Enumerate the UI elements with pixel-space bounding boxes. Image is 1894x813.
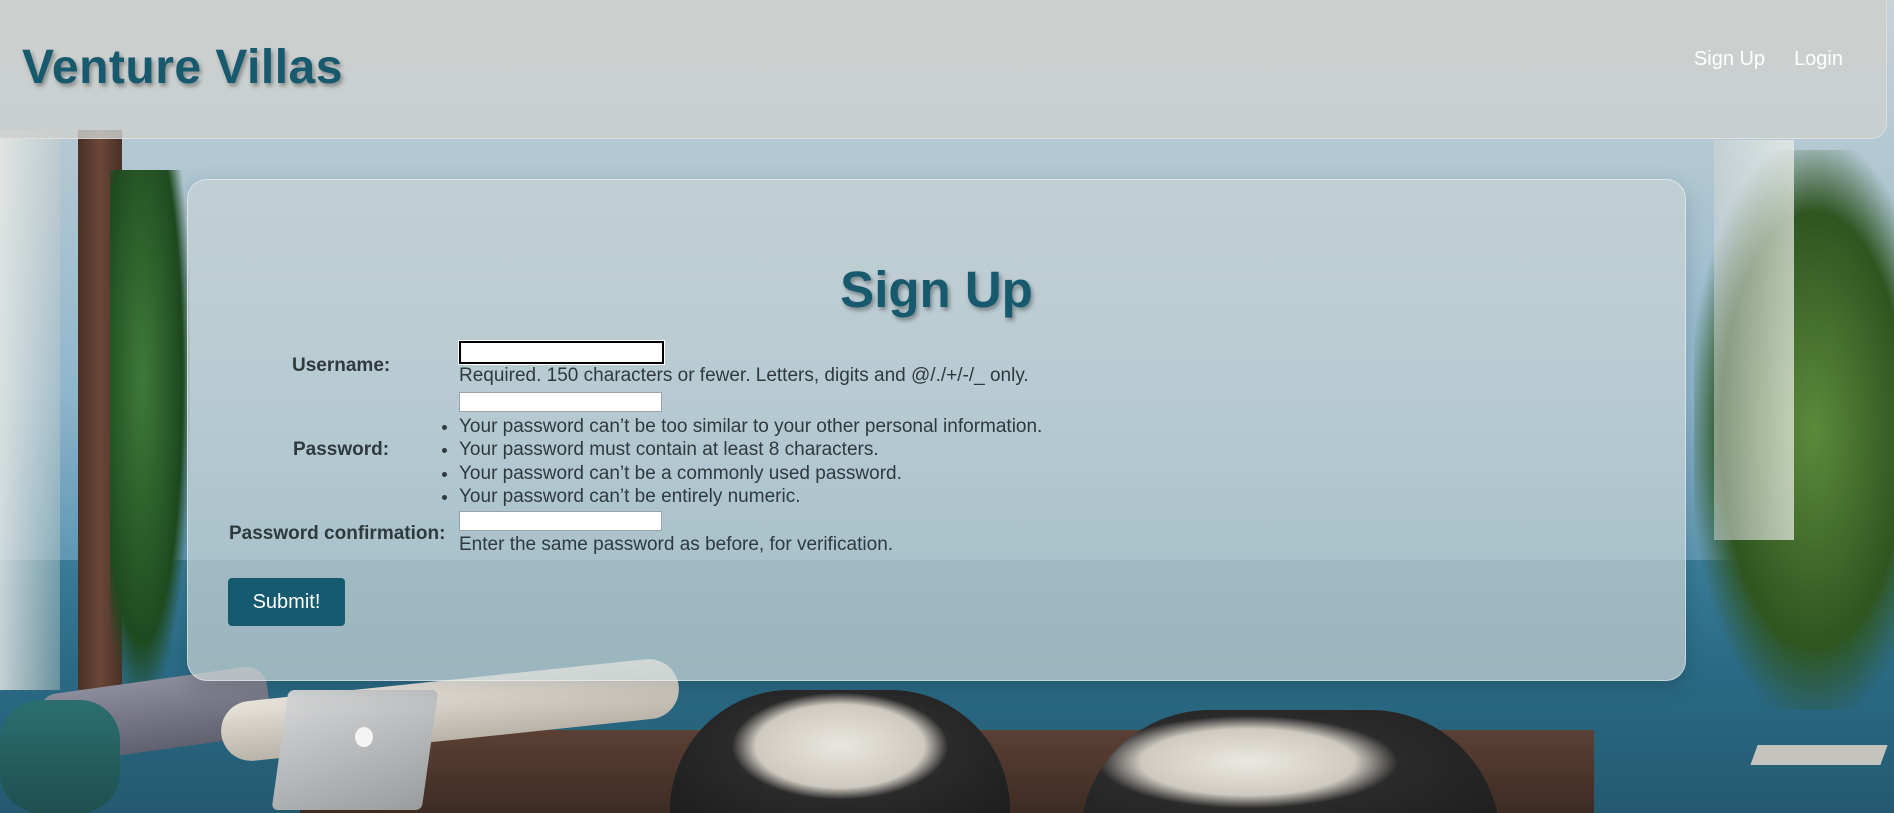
password-confirmation-label: Password confirmation:	[229, 523, 446, 544]
signup-card: Sign Up Username: Required. 150 characte…	[187, 179, 1686, 681]
username-label: Username:	[292, 355, 391, 376]
password-rule: Your password can’t be a commonly used p…	[459, 462, 1042, 485]
password-rule: Your password can’t be too similar to yo…	[459, 415, 1042, 438]
password-rule: Your password can’t be entirely numeric.	[459, 485, 1042, 508]
password-input[interactable]	[459, 392, 662, 412]
username-input[interactable]	[458, 340, 665, 365]
username-help-text: Required. 150 characters or fewer. Lette…	[459, 365, 1029, 386]
password-confirmation-input[interactable]	[459, 511, 662, 531]
password-rule: Your password must contain at least 8 ch…	[459, 438, 1042, 461]
password-confirmation-help-text: Enter the same password as before, for v…	[459, 534, 894, 555]
site-header: Venture Villas Sign Up Login	[0, 0, 1887, 139]
nav-login-link[interactable]: Login	[1794, 48, 1843, 71]
page-title: Sign Up	[840, 261, 1033, 318]
top-nav: Sign Up Login	[1694, 48, 1843, 71]
password-label: Password:	[293, 439, 390, 460]
nav-signup-link[interactable]: Sign Up	[1694, 48, 1765, 71]
submit-button[interactable]: Submit!	[228, 578, 345, 626]
brand-logo[interactable]: Venture Villas	[22, 40, 343, 95]
password-rules-list: Your password can’t be too similar to yo…	[439, 415, 1042, 508]
